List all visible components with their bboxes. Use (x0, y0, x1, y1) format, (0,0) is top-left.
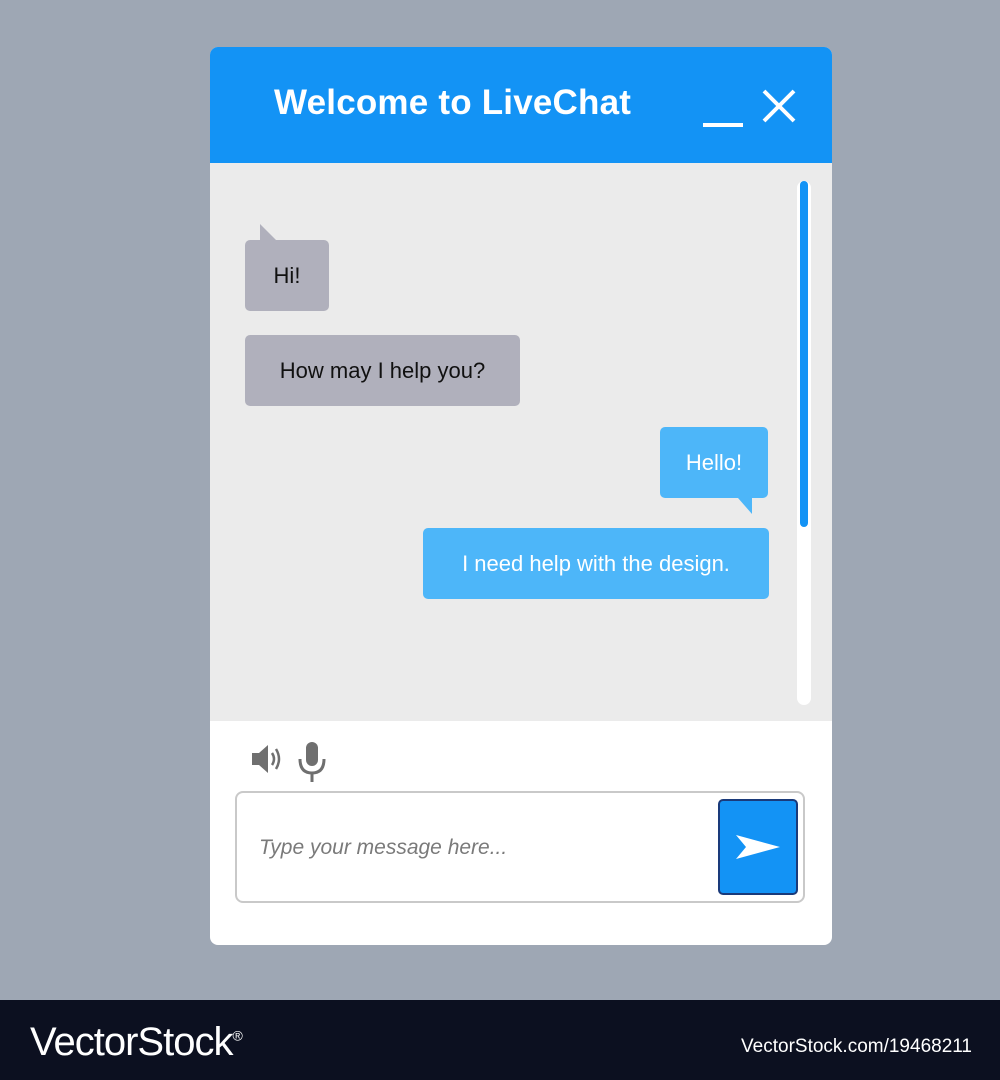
bubble-tail (738, 498, 752, 514)
scrollbar-thumb[interactable] (800, 181, 808, 527)
close-icon (762, 89, 796, 123)
message-bubble-agent: Hi! (245, 224, 329, 311)
bubble-tail (260, 224, 276, 240)
speaker-button[interactable] (250, 741, 286, 777)
watermark-bar: VectorStock® VectorStock.com/19468211 (0, 1000, 1000, 1080)
microphone-button[interactable] (296, 741, 328, 783)
message-text: I need help with the design. (462, 550, 730, 576)
message-text: Hello! (685, 449, 743, 475)
watermark-logo: VectorStock® (30, 1020, 243, 1065)
chat-header: Welcome to LiveChat (210, 47, 832, 163)
registered-mark: ® (232, 1027, 242, 1044)
message-text: Hi! (273, 262, 301, 288)
message-bubble-agent: How may I help you? (245, 335, 520, 406)
microphone-icon (298, 742, 326, 782)
chat-title: Welcome to LiveChat (274, 83, 632, 122)
watermark-id: VectorStock.com/19468211 (741, 1036, 972, 1057)
send-icon (736, 835, 780, 859)
composer (235, 791, 805, 903)
minimize-icon (703, 123, 743, 127)
scrollbar[interactable] (797, 181, 811, 705)
message-bubble-user: I need help with the design. (423, 528, 769, 599)
message-input[interactable] (257, 827, 701, 869)
close-button[interactable] (758, 85, 802, 129)
send-button[interactable] (718, 799, 798, 895)
message-bubble-user: Hello! (660, 427, 768, 514)
watermark-brand: VectorStock (30, 1020, 233, 1064)
message-text: How may I help you? (279, 357, 486, 383)
speaker-icon (252, 745, 281, 773)
message-list[interactable]: Hi! How may I help you? Hello! I need he… (210, 163, 832, 721)
chat-window: Welcome to LiveChat Hi! How may I help y… (210, 47, 832, 945)
minimize-button[interactable] (700, 103, 748, 133)
